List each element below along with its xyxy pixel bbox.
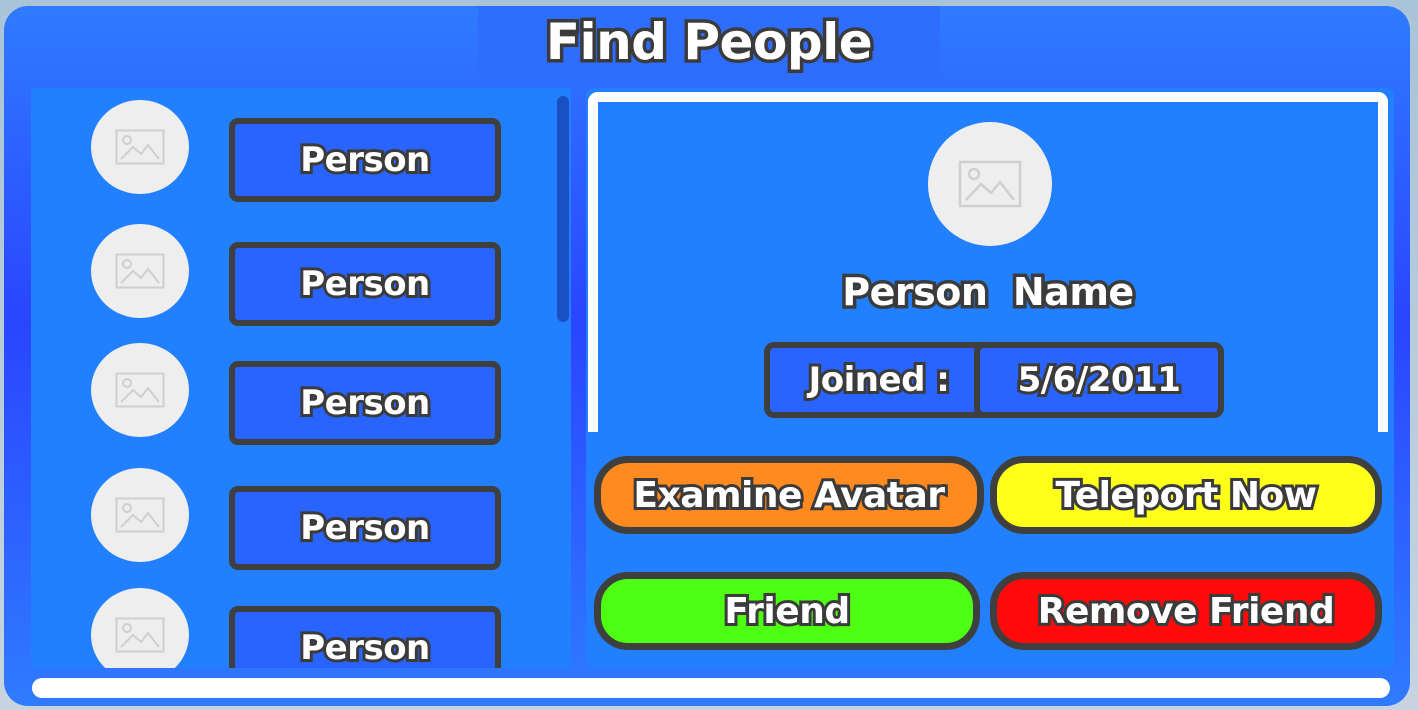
list-item[interactable]: Person (31, 100, 571, 202)
examine-avatar-button[interactable]: Examine Avatar (594, 456, 984, 534)
joined-date: 5/6/2011 (1015, 357, 1184, 403)
friend-button[interactable]: Friend (594, 572, 980, 650)
teleport-now-button[interactable]: Teleport Now (990, 456, 1382, 534)
person-name-button[interactable]: Person (229, 486, 501, 570)
joined-label-box: Joined : (764, 342, 994, 418)
image-placeholder-icon (958, 160, 1022, 208)
person-name-button[interactable]: Person (229, 242, 501, 326)
remove-friend-button[interactable]: Remove Friend (990, 572, 1382, 650)
person-label: Person (297, 137, 433, 183)
find-people-window: Find People Person Person Person Person … (4, 6, 1410, 706)
person-label: Person (297, 505, 433, 551)
person-name-button[interactable]: Person (229, 606, 501, 668)
list-item[interactable]: Person (31, 588, 571, 668)
joined-label: Joined : (806, 357, 953, 403)
examine-avatar-label: Examine Avatar (630, 472, 948, 519)
avatar (91, 224, 189, 318)
list-scrollbar[interactable] (557, 96, 569, 322)
remove-friend-label: Remove Friend (1035, 588, 1338, 635)
image-placeholder-icon (115, 253, 165, 289)
person-label: Person (297, 380, 433, 426)
avatar (91, 100, 189, 194)
person-label: Person (297, 261, 433, 307)
bottom-bar (32, 678, 1390, 698)
friend-label: Friend (721, 588, 853, 635)
profile-avatar (928, 122, 1052, 246)
profile-name: Person Name (839, 267, 1138, 318)
list-item[interactable]: Person (31, 468, 571, 570)
image-placeholder-icon (115, 497, 165, 533)
window-title: Find People (542, 10, 876, 75)
avatar (91, 588, 189, 668)
avatar (91, 468, 189, 562)
teleport-now-label: Teleport Now (1052, 472, 1320, 519)
title-bar: Find People (478, 6, 940, 78)
person-name-button[interactable]: Person (229, 118, 501, 202)
person-label: Person (297, 625, 433, 668)
person-detail-panel: Person Name Joined : 5/6/2011 Examine Av… (586, 88, 1394, 668)
people-list[interactable]: Person Person Person Person Person (31, 88, 571, 668)
joined-date-box: 5/6/2011 (974, 342, 1224, 418)
image-placeholder-icon (115, 617, 165, 653)
list-item[interactable]: Person (31, 343, 571, 445)
image-placeholder-icon (115, 372, 165, 408)
avatar (91, 343, 189, 437)
image-placeholder-icon (115, 129, 165, 165)
list-item[interactable]: Person (31, 224, 571, 326)
person-name-button[interactable]: Person (229, 361, 501, 445)
profile-card: Person Name Joined : 5/6/2011 (588, 92, 1388, 432)
